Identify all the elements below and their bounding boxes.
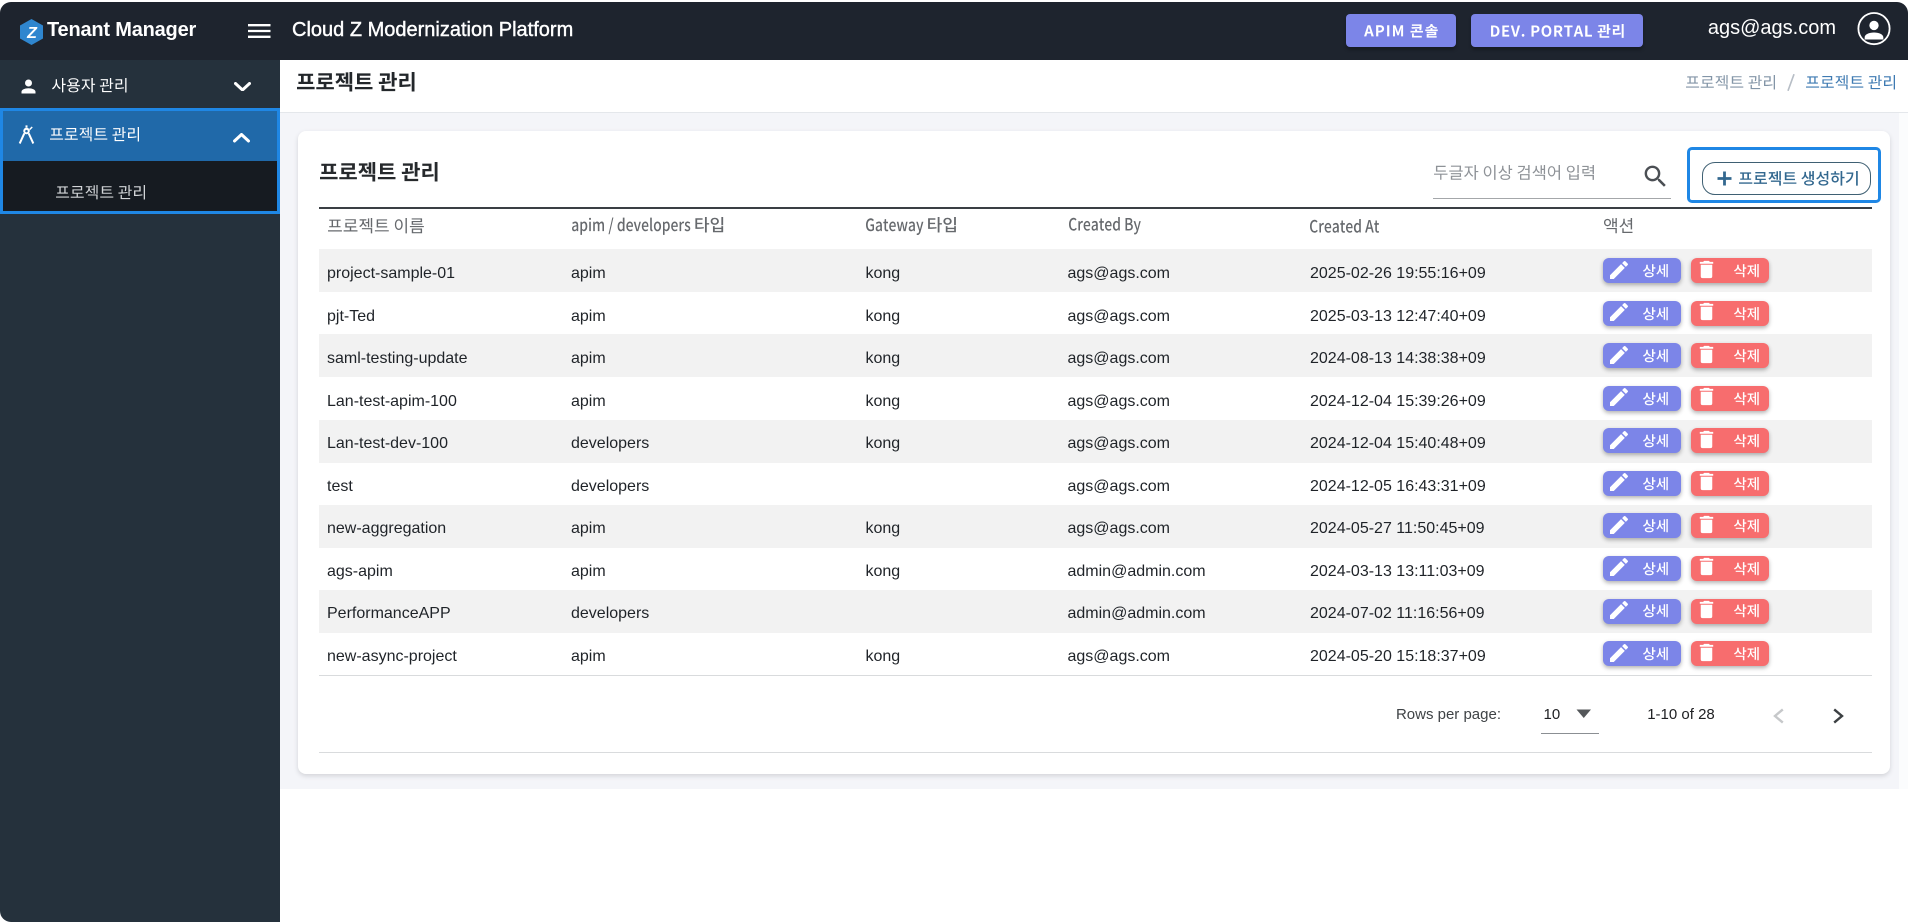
svg-text:Z: Z [26,25,38,42]
